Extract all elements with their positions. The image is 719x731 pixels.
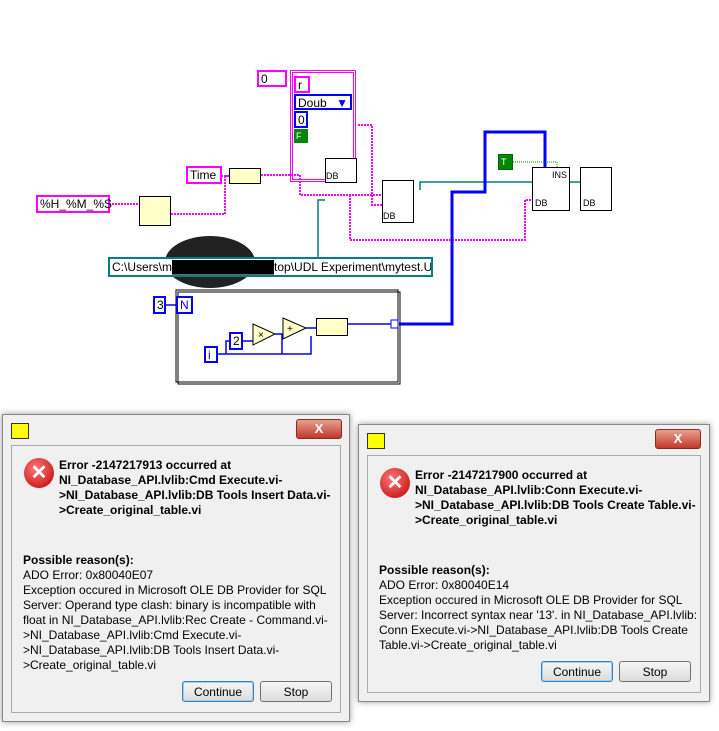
format-string-constant[interactable]: %H_%M_%S [36,195,112,213]
stop-button[interactable]: Stop [260,681,332,702]
refnum-wire-path [317,199,325,257]
svg-text:×: × [258,330,264,341]
db-label: DB [535,198,548,208]
cluster-field-r[interactable]: r [294,76,310,93]
path-constant[interactable]: C:\Users\m████████████top\UDL Experiment… [108,257,433,277]
db-close-connection-icon[interactable]: DB [580,167,612,211]
db-label: DB [383,211,396,221]
numeric-constant[interactable]: 0 [257,70,287,87]
loop-iteration-terminal: i [204,346,218,363]
reason-label: Possible reason(s): [379,563,490,577]
multiply-node [252,323,277,346]
db-label: DB [326,171,339,181]
format-date-time-icon[interactable] [139,196,171,226]
timestamp-function-icon[interactable] [229,168,261,184]
db-open-connection-icon[interactable]: DB [325,158,357,183]
error-title: Error -2147217913 occurred at NI_Databas… [59,458,331,517]
loop-output-tunnel [390,319,399,329]
reason-text: ADO Error: 0x80040E14 Exception occured … [379,578,698,652]
reason-label: Possible reason(s): [23,553,134,567]
continue-button[interactable]: Continue [182,681,254,702]
reason-text: ADO Error: 0x80040E07 Exception occured … [23,568,328,672]
dropdown-arrow-icon: ▼ [336,96,348,110]
stop-button[interactable]: Stop [619,661,691,682]
error-icon: ✕ [24,458,54,488]
true-constant[interactable]: T [498,154,513,170]
db-create-table-icon[interactable]: DB [382,180,414,223]
ins-label: INS [551,170,567,180]
error-dialog-2: X ✕ Error -2147217900 occurred at NI_Dat… [358,424,710,702]
build-array-icon[interactable] [316,318,348,336]
cluster-boolean[interactable]: F [294,129,308,143]
error-icon: ✕ [380,468,410,498]
close-button[interactable]: X [296,419,342,439]
enum-constant[interactable]: Doub ▼ [294,94,352,110]
labview-icon [367,433,385,449]
labview-icon [11,423,29,439]
array-wire [399,130,547,326]
enum-value: Doub [298,96,327,110]
close-button[interactable]: X [655,429,701,449]
time-constant[interactable]: Time [186,166,222,184]
db-insert-data-icon[interactable]: INS DB [532,167,570,211]
error-dialog-1: X ✕ Error -2147217913 occurred at NI_Dat… [2,414,350,722]
loop-count-constant[interactable]: 3 [153,296,166,314]
svg-text:+: + [287,324,293,335]
multiplier-constant[interactable]: 2 [229,332,243,350]
error-title: Error -2147217900 occurred at NI_Databas… [415,468,696,527]
loop-count-terminal: N [176,296,193,314]
db-label: DB [583,198,596,208]
cluster-numeric[interactable]: 0 [294,111,308,128]
continue-button[interactable]: Continue [541,661,613,682]
